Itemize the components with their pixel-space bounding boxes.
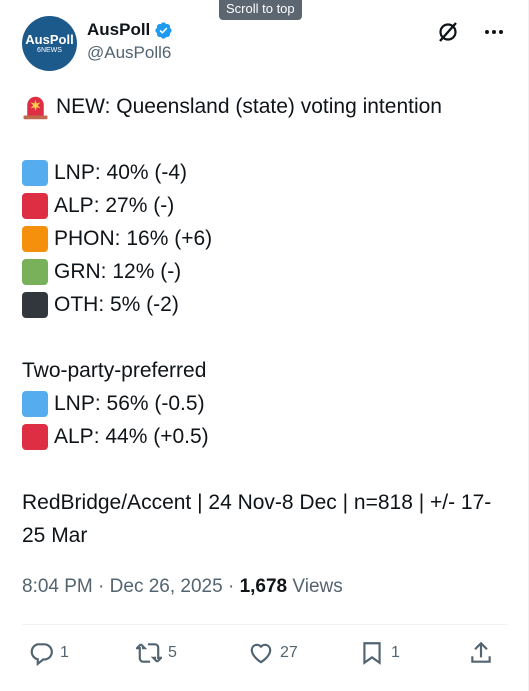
post-time[interactable]: 8:04 PM <box>22 576 93 597</box>
color-square-icon <box>22 225 48 252</box>
primary-vote-text: ALP: 27% (-) <box>54 194 175 217</box>
primary-vote-text: PHON: 16% (+6) <box>54 227 213 250</box>
primary-vote-row: LNP: 40% (-4) <box>22 156 512 189</box>
like-button[interactable]: 27 <box>248 640 298 666</box>
tweet: Scroll to top AusPoll 6NEWS AusPoll @Aus… <box>0 0 529 691</box>
like-count: 27 <box>280 644 298 661</box>
post-date[interactable]: Dec 26, 2025 <box>110 576 223 597</box>
share-icon <box>471 641 491 663</box>
primary-vote-row: GRN: 12% (-) <box>22 255 512 288</box>
share-button[interactable] <box>468 640 494 666</box>
avatar-text: AusPoll <box>25 31 74 47</box>
primary-vote-row: PHON: 16% (+6) <box>22 222 512 255</box>
source-text: RedBridge/Accent | 24 Nov-8 Dec | n=818 … <box>22 491 492 547</box>
reply-count: 1 <box>60 644 69 661</box>
grok-icon[interactable] <box>436 20 460 44</box>
tweet-meta: 8:04 PM · Dec 26, 2025 · 1,678 Views <box>22 576 343 597</box>
repost-icon <box>136 643 162 663</box>
tweet-text: NEW: Queensland (state) voting intention… <box>22 90 512 552</box>
reply-button[interactable]: 1 <box>28 640 69 666</box>
display-name[interactable]: AusPoll <box>87 19 150 41</box>
tpp-heading: Two-party-preferred <box>22 359 207 382</box>
heart-icon <box>250 643 272 664</box>
primary-vote-text: OTH: 5% (-2) <box>54 293 179 316</box>
bookmark-button[interactable]: 1 <box>359 640 400 666</box>
color-square-icon <box>22 192 48 219</box>
tpp-text: ALP: 44% (+0.5) <box>54 425 209 448</box>
siren-emoji-icon <box>23 96 48 120</box>
color-square-icon <box>22 258 48 285</box>
tpp-row: ALP: 44% (+0.5) <box>22 420 512 453</box>
primary-vote-list: LNP: 40% (-4) ALP: 27% (-) PHON: 16% (+6) G… <box>22 156 512 321</box>
color-square-icon <box>22 291 48 318</box>
headline-line: NEW: Queensland (state) voting intention <box>22 90 512 123</box>
views-count: 1,678 <box>239 576 288 597</box>
avatar-subtext: 6NEWS <box>37 46 62 54</box>
bookmark-count: 1 <box>391 644 400 661</box>
bookmark-icon <box>363 642 381 665</box>
primary-vote-row: OTH: 5% (-2) <box>22 288 512 321</box>
tpp-list: LNP: 56% (-0.5) ALP: 44% (+0.5) <box>22 387 512 453</box>
repost-count: 5 <box>168 644 177 661</box>
handle[interactable]: @AusPoll6 <box>87 41 173 65</box>
reply-icon <box>30 643 53 666</box>
author-names: AusPoll @AusPoll6 <box>87 19 173 65</box>
tpp-text: LNP: 56% (-0.5) <box>54 392 205 415</box>
views-label: Views <box>292 576 343 597</box>
avatar[interactable]: AusPoll 6NEWS <box>22 16 77 71</box>
verified-badge-icon[interactable] <box>154 21 173 40</box>
action-bar: 1 5 27 1 <box>22 640 508 670</box>
tweet-header: AusPoll 6NEWS AusPoll @AusPoll6 <box>22 16 512 72</box>
primary-vote-text: GRN: 12% (-) <box>54 260 182 283</box>
primary-vote-text: LNP: 40% (-4) <box>54 161 188 184</box>
tpp-row: LNP: 56% (-0.5) <box>22 387 512 420</box>
divider <box>22 624 508 625</box>
headline-text: NEW: Queensland (state) voting intention <box>56 95 442 118</box>
color-square-icon <box>22 159 48 186</box>
repost-button[interactable]: 5 <box>136 640 177 666</box>
more-options-icon[interactable] <box>482 20 506 44</box>
primary-vote-row: ALP: 27% (-) <box>22 189 512 222</box>
color-square-icon <box>22 423 48 450</box>
color-square-icon <box>22 390 48 417</box>
